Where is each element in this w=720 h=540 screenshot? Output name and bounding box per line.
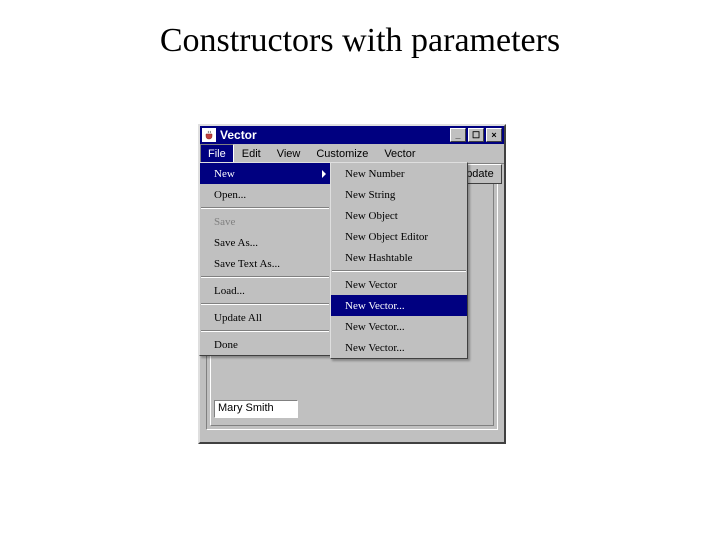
menubar: File Edit View Customize Vector (200, 144, 504, 164)
new-vector-params-3[interactable]: New Vector... (331, 337, 467, 358)
menu-separator (201, 303, 329, 305)
slide-title: Constructors with parameters (0, 22, 720, 60)
menu-view[interactable]: View (269, 144, 309, 163)
menu-separator (332, 270, 466, 272)
new-vector[interactable]: New Vector (331, 274, 467, 295)
menu-file[interactable]: File (200, 144, 234, 163)
menu-customize[interactable]: Customize (308, 144, 376, 163)
file-menu-save[interactable]: Save (200, 211, 330, 232)
window-controls: _ ☐ × (448, 128, 502, 142)
name-field[interactable]: Mary Smith (214, 400, 298, 418)
file-dropdown: New Open... Save Save As... Save Text As… (199, 162, 331, 356)
titlebar[interactable]: Vector _ ☐ × (200, 126, 504, 144)
file-menu-new-label: New (214, 168, 235, 180)
new-vector-params-2[interactable]: New Vector... (331, 316, 467, 337)
menu-separator (201, 207, 329, 209)
minimize-button[interactable]: _ (450, 128, 466, 142)
submenu-arrow-icon (322, 170, 326, 178)
window-title: Vector (220, 128, 448, 142)
menu-vector[interactable]: Vector (376, 144, 423, 163)
maximize-button[interactable]: ☐ (468, 128, 484, 142)
menu-separator (201, 330, 329, 332)
file-menu-save-as[interactable]: Save As... (200, 232, 330, 253)
new-submenu: New Number New String New Object New Obj… (330, 162, 468, 359)
menu-edit[interactable]: Edit (234, 144, 269, 163)
new-number[interactable]: New Number (331, 163, 467, 184)
file-menu-save-text-as[interactable]: Save Text As... (200, 253, 330, 274)
menu-separator (201, 276, 329, 278)
file-menu-load[interactable]: Load... (200, 280, 330, 301)
file-menu-update-all[interactable]: Update All (200, 307, 330, 328)
new-vector-params-1[interactable]: New Vector... (331, 295, 467, 316)
file-menu-done[interactable]: Done (200, 334, 330, 355)
java-cup-icon[interactable] (202, 128, 216, 142)
new-object-editor[interactable]: New Object Editor (331, 226, 467, 247)
new-string[interactable]: New String (331, 184, 467, 205)
new-object[interactable]: New Object (331, 205, 467, 226)
new-hashtable[interactable]: New Hashtable (331, 247, 467, 268)
file-menu-open[interactable]: Open... (200, 184, 330, 205)
file-menu-new[interactable]: New (200, 163, 330, 184)
close-button[interactable]: × (486, 128, 502, 142)
